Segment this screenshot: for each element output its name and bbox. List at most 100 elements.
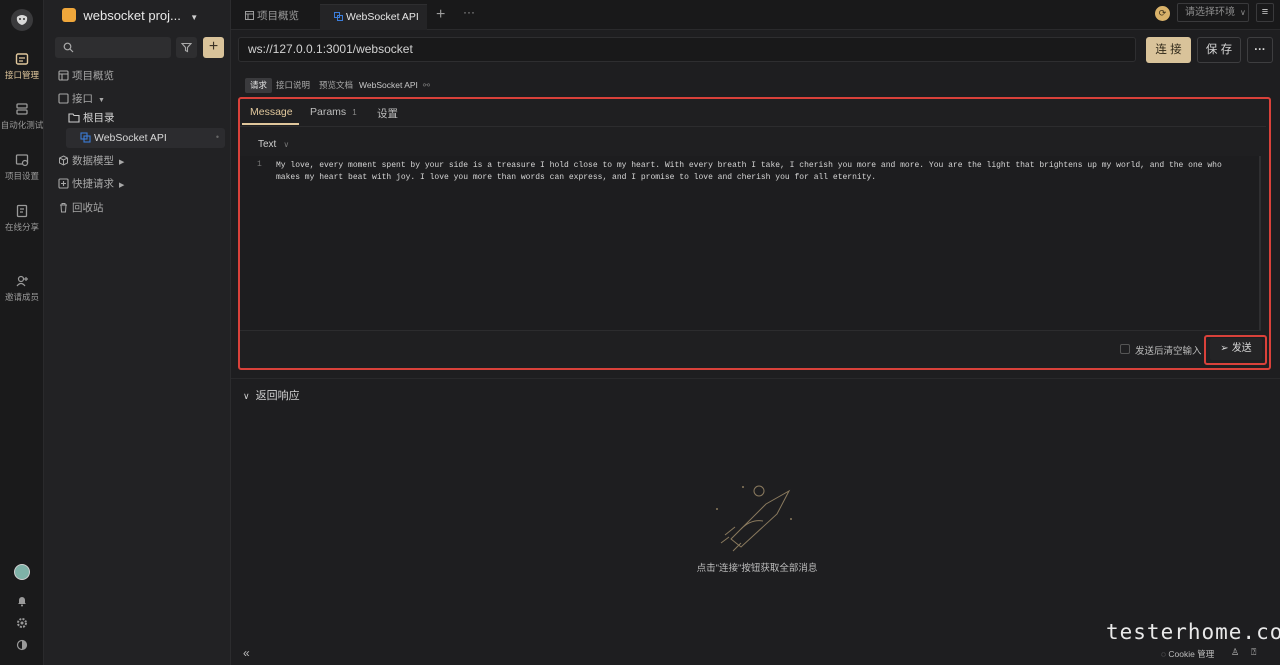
subtab-request[interactable]: 请求 xyxy=(245,78,273,93)
chevron-down-icon: ∨ xyxy=(243,391,250,401)
subtab-label: 接口说明 xyxy=(276,80,311,90)
help-icon[interactable]: ⍰ xyxy=(1251,647,1256,658)
project-settings-icon xyxy=(15,154,29,167)
project-name: websocket proj... xyxy=(83,8,181,23)
sidebar-item-label: 快捷请求 xyxy=(72,178,114,190)
interface-icon xyxy=(58,93,69,104)
cookie-manager[interactable]: ◌ Cookie 管理 xyxy=(1161,648,1214,660)
overview-icon xyxy=(58,70,69,81)
menu-icon[interactable]: ≡ xyxy=(1256,3,1274,22)
app-logo[interactable] xyxy=(11,9,33,31)
quick-request-icon xyxy=(58,178,69,189)
save-button[interactable]: 保 存 xyxy=(1197,37,1241,63)
sidebar-item-label: 根目录 xyxy=(83,112,115,124)
main-panel: 项目概览 WebSocket API + ··· ⟳ 请选择环境 ∨ ≡ ws:/… xyxy=(231,0,1280,665)
rail-label: 邀请成员 xyxy=(4,292,39,302)
rail-automation[interactable]: 自动化测试 xyxy=(0,102,44,131)
rail-label: 接口管理 xyxy=(4,70,39,80)
link-icon[interactable]: ⚯ xyxy=(423,80,430,90)
rail-project-settings[interactable]: 项目设置 xyxy=(0,153,44,182)
connect-label: 连 接 xyxy=(1155,44,1182,56)
tab-label: 项目概览 xyxy=(257,10,299,22)
folder-icon xyxy=(68,113,80,123)
url-input[interactable]: ws://127.0.0.1:3001/websocket xyxy=(238,37,1136,62)
connect-button[interactable]: 连 接 xyxy=(1146,37,1191,63)
chevron-right-icon: ▶ xyxy=(119,159,125,166)
websocket-icon xyxy=(80,132,91,143)
filter-icon xyxy=(181,42,192,53)
sidebar: websocket proj... ▼ + 项目概览 接口 ▼ 根目录 WebSo… xyxy=(44,0,231,665)
sidebar-item-overview[interactable]: 项目概览 xyxy=(58,66,114,86)
rail-label: 自动化测试 xyxy=(0,120,44,130)
chevron-down-icon: ▼ xyxy=(98,97,105,104)
more-dots-icon[interactable]: • xyxy=(216,128,219,146)
project-icon xyxy=(62,8,76,22)
response-header[interactable]: ∨ 返回响应 xyxy=(243,387,300,403)
sidebar-item-label: 接口 xyxy=(72,93,93,105)
rail-api-manage[interactable]: 接口管理 xyxy=(0,52,44,81)
rail-share[interactable]: 在线分享 xyxy=(0,204,44,233)
subtab-description[interactable]: 接口说明 xyxy=(276,78,310,93)
tab-label: WebSocket API xyxy=(346,11,419,23)
sidebar-item-label: 数据模型 xyxy=(72,155,114,167)
api-name: WebSocket API ⚯ xyxy=(359,78,430,93)
sidebar-item-recycle[interactable]: 回收站 xyxy=(58,198,104,218)
tab-bar: 项目概览 WebSocket API + ··· ⟳ 请选择环境 ∨ ≡ xyxy=(231,0,1280,30)
add-button[interactable]: + xyxy=(203,37,224,58)
sidebar-item-label: 项目概览 xyxy=(72,70,114,82)
project-selector[interactable]: websocket proj... ▼ xyxy=(62,6,222,26)
save-label: 保 存 xyxy=(1205,44,1233,56)
cube-icon xyxy=(59,155,68,166)
chevron-down-icon: ▼ xyxy=(190,13,199,22)
rail-label: 项目设置 xyxy=(4,171,39,181)
api-manage-icon xyxy=(15,53,29,65)
overview-icon xyxy=(245,11,254,20)
environment-placeholder: 请选择环境 xyxy=(1185,7,1235,18)
search-input[interactable] xyxy=(55,37,171,58)
sidebar-item-ws-api[interactable]: WebSocket API • xyxy=(66,128,225,148)
invite-icon xyxy=(16,275,28,287)
tab-websocket-api[interactable]: WebSocket API xyxy=(320,4,427,30)
subtab-preview[interactable]: 预览文档 xyxy=(319,78,353,93)
collapse-sidebar-button[interactable]: « xyxy=(243,646,250,660)
add-tab-button[interactable]: + xyxy=(436,6,445,24)
theme-icon[interactable] xyxy=(16,639,28,654)
highlight-box-send xyxy=(1204,335,1267,365)
rocket-illustration xyxy=(716,485,792,552)
tab-overview[interactable]: 项目概览 xyxy=(231,4,319,30)
chevron-right-icon: ▶ xyxy=(119,182,125,189)
search-icon xyxy=(63,42,74,53)
rail-label: 在线分享 xyxy=(4,222,39,232)
more-options-button[interactable]: ··· xyxy=(1247,37,1273,63)
bell-icon[interactable] xyxy=(16,595,28,610)
empty-hint-text: 点击"连接"按钮获取全部消息 xyxy=(696,563,818,574)
cookie-label: Cookie 管理 xyxy=(1168,649,1215,659)
more-label: ··· xyxy=(1254,44,1266,56)
filter-button[interactable] xyxy=(176,37,197,58)
tab-more-button[interactable]: ··· xyxy=(463,5,475,19)
rail-invite[interactable]: 邀请成员 xyxy=(0,274,44,303)
sidebar-item-quick-request[interactable]: 快捷请求 ▶ xyxy=(58,174,124,194)
response-title: 返回响应 xyxy=(255,390,300,402)
sync-icon[interactable]: ⟳ xyxy=(1155,6,1170,21)
logo-icon xyxy=(16,15,28,25)
environment-select[interactable]: 请选择环境 ∨ xyxy=(1177,3,1249,22)
nav-rail: 接口管理 自动化测试 项目设置 在线分享 邀请成员 xyxy=(0,0,44,665)
automation-icon xyxy=(16,103,28,115)
sidebar-item-root[interactable]: 根目录 xyxy=(68,108,115,128)
sidebar-item-label: 回收站 xyxy=(72,202,104,214)
shirt-icon[interactable]: ♙ xyxy=(1231,647,1239,658)
subtab-label: 预览文档 xyxy=(319,80,354,90)
user-avatar[interactable] xyxy=(14,564,30,580)
gear-icon[interactable] xyxy=(16,617,28,632)
empty-hint: 点击"连接"按钮获取全部消息 xyxy=(631,560,883,574)
sidebar-item-data-model[interactable]: 数据模型 ▶ xyxy=(58,151,124,171)
chevron-down-icon: ∨ xyxy=(1240,8,1246,17)
url-value: ws://127.0.0.1:3001/websocket xyxy=(248,42,413,56)
sidebar-item-interfaces[interactable]: 接口 ▼ xyxy=(58,89,105,109)
share-icon xyxy=(16,204,28,218)
api-name-label: WebSocket API xyxy=(359,80,418,90)
highlight-box-message xyxy=(238,97,1271,370)
websocket-icon xyxy=(334,12,343,21)
watermark: testerhome.com xyxy=(1106,620,1280,644)
